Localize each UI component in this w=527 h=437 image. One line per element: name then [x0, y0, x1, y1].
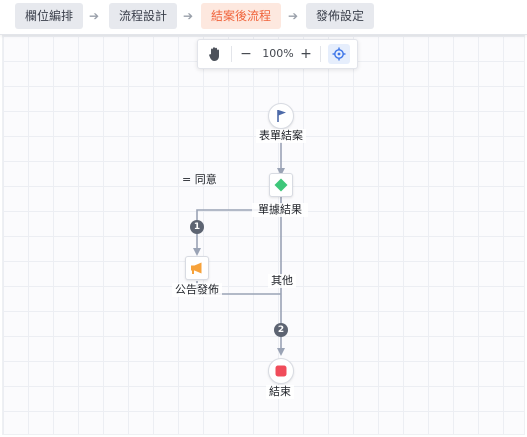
step-flow-design[interactable]: 流程設計 [109, 3, 177, 29]
zoom-out-button[interactable]: − [238, 44, 254, 64]
center-view-icon[interactable] [328, 44, 350, 64]
workflow-steps-bar: 欄位編排 ➔ 流程設計 ➔ 結案後流程 ➔ 發佈設定 [0, 0, 527, 35]
arrow-right-icon: ➔ [288, 9, 299, 23]
flag-icon [277, 110, 286, 122]
zoom-toolbar: − 100% + [197, 39, 358, 69]
start-node-label: 表單結案 [256, 129, 306, 143]
branch2-condition-label: 其他 [268, 274, 296, 288]
stop-icon [275, 365, 287, 377]
end-node-label: 結束 [266, 385, 294, 399]
end-node[interactable] [268, 358, 294, 384]
gateway-node[interactable] [269, 173, 293, 197]
branch1-condition-label: = 同意 [182, 173, 217, 186]
zoom-level: 100% [262, 47, 294, 60]
megaphone-icon [191, 262, 202, 274]
zoom-in-button[interactable]: + [298, 44, 314, 64]
start-node[interactable] [268, 103, 294, 129]
gateway-node-label: 單據結果 [252, 203, 308, 217]
hand-pan-icon[interactable] [204, 44, 226, 64]
branch2-index-badge: 2 [274, 323, 288, 337]
step-publish-settings[interactable]: 發佈設定 [306, 3, 374, 29]
announcement-node[interactable] [185, 256, 209, 280]
step-post-close-flow[interactable]: 結案後流程 [201, 3, 281, 29]
diamond-icon [274, 178, 288, 192]
arrow-right-icon: ➔ [89, 9, 100, 23]
arrow-right-icon: ➔ [183, 9, 194, 23]
step-field-layout[interactable]: 欄位編排 [15, 3, 83, 29]
branch1-index-badge: 1 [190, 220, 204, 234]
announcement-node-label: 公告發佈 [172, 283, 222, 297]
